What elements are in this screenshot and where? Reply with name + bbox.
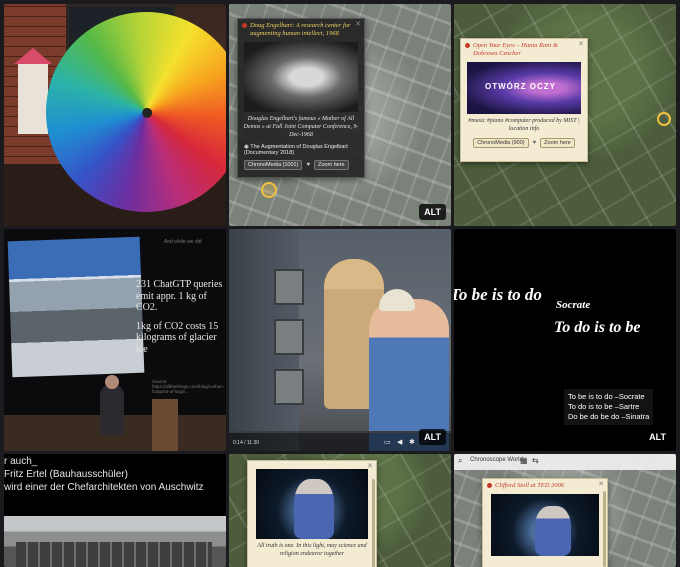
tile-umbrella-photo[interactable]	[4, 4, 226, 226]
switchboard-panel	[274, 269, 304, 305]
popup-caption: Douglas Engelbart's famous « Mother of A…	[243, 116, 359, 138]
popup-title[interactable]: Open Your Eyes – Hania Rani & Dobrawa Cz…	[461, 39, 587, 60]
subtitle-line: To do is to be –Sartre	[568, 402, 640, 412]
tile-presentation-slide[interactable]: And while we did 231 ChatGTP queries emi…	[4, 229, 226, 451]
toy-house	[14, 48, 52, 134]
scrollbar[interactable]	[603, 491, 606, 567]
poster-text: OTWÓRZ OCZY	[485, 82, 556, 92]
slide-text: 231 ChatGTP queries emit appr. 1 kg of C…	[136, 279, 224, 362]
settings-icon[interactable]: ✱	[409, 438, 415, 446]
heart-icon[interactable]: ♥	[533, 140, 537, 146]
location-marker-icon[interactable]	[657, 112, 671, 126]
slide-line-1: r auch_	[4, 456, 38, 467]
pin-icon	[242, 23, 247, 28]
zoom-here-button[interactable]: Zoom here	[540, 137, 575, 148]
media-grid: Doug Engelbart: A research center for au…	[4, 4, 676, 567]
scrollbar[interactable]	[372, 479, 375, 567]
popup-actions: ChronoMedia (900) ♥ Zoom here	[461, 136, 587, 150]
alt-badge[interactable]: ALT	[644, 429, 671, 445]
slide-source: Source: https://allthethings.com/blog/ca…	[152, 379, 225, 394]
pin-icon	[465, 43, 470, 48]
close-icon[interactable]: ✕	[598, 480, 604, 488]
stoll-photo[interactable]	[491, 494, 599, 557]
quote-line-2: Socrate	[556, 299, 591, 311]
alt-badge[interactable]: ALT	[419, 204, 446, 220]
building	[16, 542, 212, 567]
pin-icon	[487, 483, 492, 488]
tile-openyoureyes-map[interactable]: Open Your Eyes – Hania Rani & Dobrawa Cz…	[454, 4, 676, 226]
popup-title[interactable]: Doug Engelbart: A research center for au…	[238, 19, 364, 40]
tile-quote-video[interactable]: To be is to do Socrate To do is to be To…	[454, 229, 676, 451]
video-controls	[229, 431, 451, 451]
glacier-photo	[7, 236, 145, 378]
slide-line-2: 1kg of CO2 costs 15 kilograms of glacier…	[136, 320, 219, 355]
close-icon[interactable]: ✕	[367, 462, 373, 470]
slide-line-3: wird einer der Chefarchitekten von Ausch…	[4, 482, 204, 493]
chronomedia-button[interactable]: ChronoMedia (900)	[473, 137, 529, 148]
popup-actions: ChronoMedia (1001) ♥ Zoom here	[238, 158, 364, 172]
scientist-figure	[294, 479, 334, 539]
captions-icon[interactable]: ▭	[384, 438, 391, 446]
heart-icon[interactable]: ♥	[306, 162, 310, 168]
slide-line-2: Fritz Ertel (Bauhausschüler)	[4, 469, 128, 480]
popup-caption: #music #piano #computer produced by MIST…	[468, 118, 580, 133]
tile-engelbart-map[interactable]: Doug Engelbart: A research center for au…	[229, 4, 451, 226]
quote-line-1: To be is to do	[454, 285, 542, 304]
concert-photo[interactable]: OTWÓRZ OCZY	[467, 62, 581, 115]
video-time: 0:14 / 11:30	[233, 440, 260, 446]
scientist-photo[interactable]	[256, 469, 368, 539]
tile-bauhaus-slide[interactable]: r auch_ Fritz Ertel (Bauhausschüler) wir…	[4, 454, 226, 567]
chronoscope-topbar: ⌕ Chronoscope World ▦ ⇆	[454, 454, 676, 470]
podium	[152, 399, 178, 451]
popup-title[interactable]: Clifford Stoll at TED 2006	[483, 479, 607, 492]
chronomedia-button[interactable]: ChronoMedia (1001)	[244, 159, 303, 170]
operator-hair	[379, 289, 415, 311]
layers-icon[interactable]: ▦	[520, 456, 528, 465]
app-title: Chronoscope World	[470, 457, 523, 463]
popup-caption: All truth is one. In this light, may sci…	[257, 543, 367, 557]
speaker-figure	[535, 506, 571, 557]
quote-line-3: To do is to be	[554, 319, 641, 336]
speaker	[100, 375, 124, 435]
openyoureyes-popup[interactable]: Open Your Eyes – Hania Rani & Dobrawa Cz…	[460, 38, 588, 162]
close-icon[interactable]: ✕	[578, 40, 584, 48]
engelbart-popup[interactable]: Doug Engelbart: A research center for au…	[237, 18, 365, 178]
alt-badge[interactable]: ALT	[419, 429, 446, 445]
search-icon[interactable]: ⌕	[458, 456, 462, 466]
subtitle-box: To be is to do –Socrate To do is to be –…	[564, 389, 654, 426]
tile-chronoscope-map[interactable]: ⌕ Chronoscope World ▦ ⇆ Clifford Stoll a…	[454, 454, 676, 567]
location-marker-icon[interactable]	[261, 182, 277, 198]
scientist-popup[interactable]: ✕ All truth is one. In this light, may s…	[247, 460, 377, 567]
zoom-here-button[interactable]: Zoom here	[314, 159, 349, 170]
subtitle-line: Do be do be do –Sinatra	[568, 412, 650, 422]
switchboard-panel	[274, 319, 304, 355]
share-icon[interactable]: ⇆	[532, 456, 539, 465]
close-icon[interactable]: ✕	[355, 20, 361, 28]
stoll-popup[interactable]: Clifford Stoll at TED 2006 ✕	[482, 478, 608, 567]
subtitle-line: To be is to do –Socrate	[568, 392, 645, 401]
tile-film-video[interactable]: 0:14 / 11:30 ▭ ◀ ✱ ⋯ ALT	[229, 229, 451, 451]
engelbart-photo[interactable]	[244, 42, 358, 113]
slide-header: And while we did	[164, 239, 202, 245]
tile-scientist-map[interactable]: ✕ All truth is one. In this light, may s…	[229, 454, 451, 567]
volume-icon[interactable]: ◀	[397, 438, 402, 446]
switchboard-panel	[274, 369, 304, 405]
audio-row[interactable]: ◉ The Augmentation of Douglas Engelbart …	[238, 142, 364, 158]
slide-line-1: 231 ChatGTP queries emit appr. 1 kg of C…	[136, 279, 223, 313]
